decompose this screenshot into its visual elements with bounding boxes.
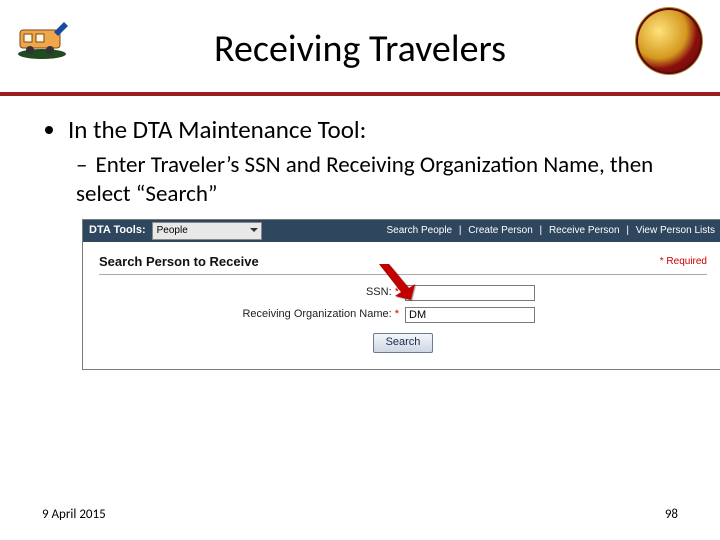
slide-title: Receiving Travelers — [0, 0, 720, 72]
button-row: Search — [99, 333, 707, 353]
bullet-level-2: Enter Traveler’s SSN and Receiving Organ… — [46, 151, 674, 209]
dta-tools-select[interactable]: People — [152, 222, 262, 240]
usmc-seal-icon — [636, 8, 702, 74]
field-row-ssn: SSN: * — [99, 285, 707, 301]
bullet-item: Enter Traveler’s SSN and Receiving Organ… — [76, 151, 674, 209]
section-header: Search Person to Receive * Required — [99, 254, 707, 275]
ssn-label: SSN: * — [99, 286, 405, 300]
field-row-org: Receiving Organization Name: * — [99, 307, 707, 323]
dta-toolbar: DTA Tools: People Search People | Create… — [83, 220, 720, 242]
dta-tools-select-value: People — [157, 225, 188, 238]
section-title: Search Person to Receive — [99, 254, 259, 270]
link-search-people[interactable]: Search People — [385, 225, 455, 236]
org-label: Receiving Organization Name: * — [99, 308, 405, 322]
dta-form-body: Search Person to Receive * Required SSN:… — [83, 242, 720, 369]
slide-header: Receiving Travelers — [0, 0, 720, 96]
toolbar-label: DTA Tools: — [89, 224, 146, 238]
ssn-input[interactable] — [405, 285, 535, 301]
link-receive-person[interactable]: Receive Person — [547, 225, 622, 236]
travel-logo-icon — [14, 14, 70, 60]
link-create-person[interactable]: Create Person — [466, 225, 534, 236]
org-input[interactable] — [405, 307, 535, 323]
slide-body: In the DTA Maintenance Tool: Enter Trave… — [0, 96, 720, 370]
footer-page-number: 98 — [665, 507, 678, 522]
dta-screenshot: DTA Tools: People Search People | Create… — [82, 219, 720, 370]
required-hint: * Required — [660, 256, 707, 269]
bullet-item: In the DTA Maintenance Tool: — [68, 114, 674, 145]
slide: Receiving Travelers In the DTA Maintenan… — [0, 0, 720, 540]
search-button[interactable]: Search — [373, 333, 434, 353]
bullet-level-1: In the DTA Maintenance Tool: — [46, 114, 674, 145]
link-view-person-lists[interactable]: View Person Lists — [634, 225, 717, 236]
footer-date: 9 April 2015 — [42, 507, 106, 522]
toolbar-links: Search People | Create Person | Receive … — [385, 225, 718, 238]
